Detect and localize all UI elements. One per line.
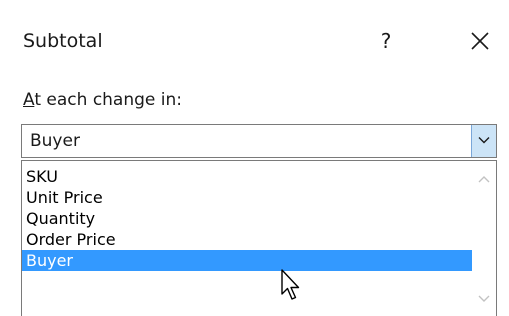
close-icon (471, 32, 489, 50)
chevron-down-icon (478, 137, 490, 144)
dropdown-list[interactable]: SKU Unit Price Quantity Order Price Buye… (21, 160, 497, 316)
mouse-pointer-icon (281, 269, 300, 300)
list-item-quantity[interactable]: Quantity (22, 208, 473, 229)
list-item-sku[interactable]: SKU (22, 166, 473, 187)
dialog-title: Subtotal (23, 30, 103, 52)
title-bar: Subtotal ? (0, 0, 509, 80)
help-button[interactable]: ? (374, 28, 398, 54)
list-item-order-price[interactable]: Order Price (22, 229, 473, 250)
combobox-dropdown-button[interactable] (471, 125, 496, 157)
list-item-buyer[interactable]: Buyer (22, 250, 473, 271)
subtotal-dialog: Subtotal ? At each change in: Buyer SKU … (0, 0, 509, 316)
at-each-change-label: At each change in: (23, 90, 182, 110)
at-each-change-combobox[interactable]: Buyer (21, 124, 497, 158)
list-item-unit-price[interactable]: Unit Price (22, 187, 473, 208)
option-list: SKU Unit Price Quantity Order Price Buye… (22, 166, 473, 271)
label-accelerator: A (23, 90, 35, 110)
dropdown-scrollbar[interactable] (472, 161, 496, 316)
combobox-value: Buyer (30, 131, 80, 151)
close-button[interactable] (466, 27, 494, 55)
label-text: t each change in: (34, 90, 183, 110)
scroll-up-arrow-icon[interactable] (478, 175, 490, 183)
scroll-down-arrow-icon[interactable] (478, 295, 490, 303)
